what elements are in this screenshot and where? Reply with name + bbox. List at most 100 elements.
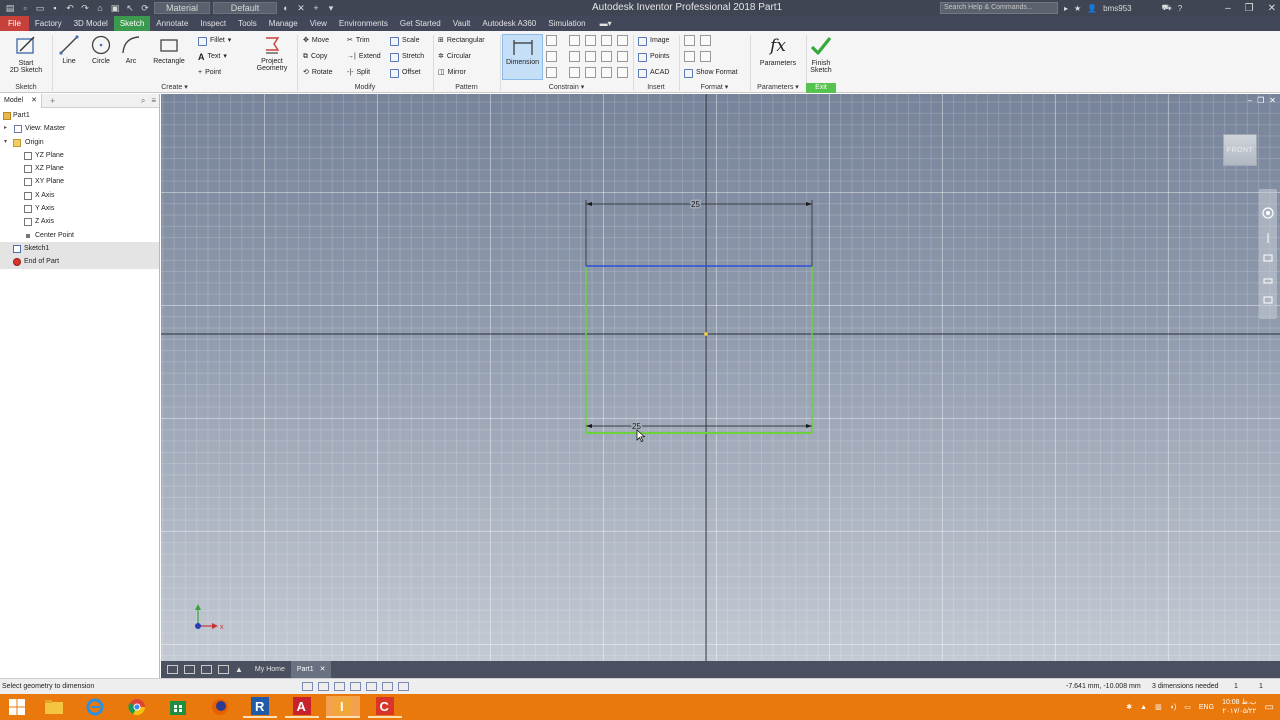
center-point-icon[interactable] xyxy=(684,51,695,62)
tab-tools[interactable]: Tools xyxy=(232,16,263,31)
adjust-icon[interactable]: ✕ xyxy=(295,3,307,14)
tab-autodesk-a360[interactable]: Autodesk A360 xyxy=(476,16,542,31)
construction-icon[interactable] xyxy=(684,35,695,46)
volume-icon[interactable]: ◖) xyxy=(1170,704,1177,711)
tile-windows-icon[interactable] xyxy=(167,665,178,674)
close-icon[interactable]: ✕ xyxy=(1268,3,1276,14)
undo-icon[interactable]: ↶ xyxy=(64,3,76,14)
tree-item-sketch1[interactable]: Sketch1 xyxy=(0,241,159,256)
redo-icon[interactable]: ↷ xyxy=(79,3,91,14)
start-2d-sketch-button[interactable]: Start 2D Sketch xyxy=(6,34,46,80)
search-icon[interactable]: ⌕ xyxy=(141,94,145,108)
add-browser-tab-icon[interactable]: + xyxy=(42,96,63,106)
graphics-window[interactable]: – ❐ ✕ 25 25 x FRONT xyxy=(161,94,1280,661)
viewcube[interactable]: FRONT xyxy=(1223,134,1257,166)
taskbar-autocad[interactable]: A xyxy=(285,696,319,718)
tree-item-view-master[interactable]: ▸ View: Master xyxy=(0,122,159,135)
taskbar-internet-explorer[interactable] xyxy=(78,696,112,718)
dimension-button[interactable]: Dimension xyxy=(502,34,543,80)
taskbar-c-app[interactable]: C xyxy=(368,696,402,718)
parallel-constraint-icon[interactable] xyxy=(569,51,580,62)
home-icon[interactable]: ⌂ xyxy=(94,3,106,13)
mirror-button[interactable]: ◫ Mirror xyxy=(438,67,466,79)
sketch-canvas[interactable]: 25 25 x xyxy=(161,94,1280,661)
taskbar-firefox[interactable] xyxy=(203,696,237,718)
finish-sketch-button[interactable]: Finish Sketch xyxy=(806,34,836,80)
tab-annotate[interactable]: Annotate xyxy=(150,16,194,31)
fx-icon[interactable]: + xyxy=(310,3,322,13)
text-button[interactable]: A Text ▾ xyxy=(198,51,227,63)
update-icon[interactable]: ⟳ xyxy=(139,3,151,14)
line-button[interactable]: Line xyxy=(54,34,84,80)
fix-constraint-icon[interactable] xyxy=(617,35,628,46)
constraint-inference-icon[interactable] xyxy=(318,682,329,691)
tab-factory[interactable]: Factory xyxy=(29,16,68,31)
tangent-constraint-icon[interactable] xyxy=(569,67,580,78)
ribbon-toggle-icon[interactable]: ▬▾ xyxy=(592,16,620,31)
centerline-icon[interactable] xyxy=(700,35,711,46)
points-button[interactable]: Points xyxy=(638,51,669,63)
appearance-combo[interactable]: Default xyxy=(213,2,277,14)
taskbar-inventor[interactable]: I xyxy=(326,696,360,718)
driven-dimension-icon[interactable] xyxy=(700,51,711,62)
tab-3d-model[interactable]: 3D Model xyxy=(68,16,114,31)
taskbar-store[interactable] xyxy=(161,696,195,718)
tab-file[interactable]: File xyxy=(0,16,29,31)
panel-label-create[interactable]: Create ▾ xyxy=(52,83,297,93)
circle-button[interactable]: Circle xyxy=(86,34,116,80)
tree-item-xy-plane[interactable]: XY Plane xyxy=(0,175,159,188)
relax-mode-icon[interactable] xyxy=(398,682,409,691)
tab-view[interactable]: View xyxy=(304,16,333,31)
horizontal-constraint-icon[interactable] xyxy=(601,51,612,62)
properties-icon[interactable]: ▣ xyxy=(109,3,121,14)
collinear-constraint-icon[interactable] xyxy=(585,35,596,46)
perpendicular-constraint-icon[interactable] xyxy=(585,51,596,62)
point-button[interactable]: + Point xyxy=(198,67,221,79)
select-icon[interactable]: ↖ xyxy=(124,3,136,14)
show-constraints-icon[interactable] xyxy=(546,51,557,62)
tree-item-origin[interactable]: ▾ Origin xyxy=(0,136,159,149)
stretch-button[interactable]: Stretch xyxy=(390,51,424,63)
notifications-icon[interactable]: ▭ xyxy=(1265,702,1274,713)
expand-icon[interactable]: ▸ xyxy=(4,122,7,135)
tree-item-part1[interactable]: Part1 xyxy=(0,109,159,122)
tab-environments[interactable]: Environments xyxy=(333,16,394,31)
navigation-bar[interactable] xyxy=(1259,189,1277,319)
rectangular-pattern-button[interactable]: ⊞ Rectangular xyxy=(438,35,485,47)
constraint-persistence-icon[interactable] xyxy=(334,682,345,691)
new-icon[interactable]: ▫ xyxy=(19,3,31,13)
split-button[interactable]: -|- Split xyxy=(347,67,370,79)
show-format-button[interactable]: Show Format xyxy=(684,67,738,79)
tab-menu-icon[interactable]: ▲ xyxy=(235,665,243,674)
panel-label-parameters[interactable]: Parameters ▾ xyxy=(750,83,806,93)
cascade-windows-icon[interactable] xyxy=(184,665,195,674)
tab-manage[interactable]: Manage xyxy=(263,16,304,31)
offset-button[interactable]: Offset xyxy=(390,67,421,79)
tree-item-xz-plane[interactable]: XZ Plane xyxy=(0,162,159,175)
center-point-marker[interactable] xyxy=(704,332,708,336)
app-menu-icon[interactable]: ▤ xyxy=(4,3,16,14)
collapse-icon[interactable]: ▾ xyxy=(4,136,7,149)
clear-appearance-icon[interactable]: ◐ xyxy=(280,3,292,13)
star-icon[interactable]: ★ xyxy=(1074,4,1081,13)
restore-icon[interactable]: ❐ xyxy=(1245,3,1254,14)
battery-icon[interactable]: ▭ xyxy=(1184,703,1191,711)
search-input[interactable]: Search Help & Commands... xyxy=(940,2,1058,14)
move-button[interactable]: ✥ Move xyxy=(303,35,329,47)
smooth-constraint-icon[interactable] xyxy=(585,67,596,78)
clock[interactable]: 10:08 ب.ظ ۲۰۱۷/۰۵/۲۲ xyxy=(1222,698,1256,716)
tile-horizontal-icon[interactable] xyxy=(201,665,212,674)
browser-tab-model[interactable]: Model ✕ xyxy=(0,93,42,108)
arc-button[interactable]: Arc xyxy=(117,34,145,80)
tab-sketch[interactable]: Sketch xyxy=(113,16,151,31)
hide-constraints-icon[interactable] xyxy=(382,682,393,691)
taskbar-revit[interactable]: R xyxy=(243,696,277,718)
auto-dimension-icon[interactable] xyxy=(546,35,557,46)
tree-item-yz-plane[interactable]: YZ Plane xyxy=(0,149,159,162)
minimize-icon[interactable]: – xyxy=(1225,3,1231,14)
project-geometry-button[interactable]: Project Geometry xyxy=(252,34,292,80)
help-icon[interactable]: ? xyxy=(1178,4,1182,13)
image-button[interactable]: Image xyxy=(638,35,669,47)
copy-button[interactable]: ⧉ Copy xyxy=(303,51,327,63)
cart-icon[interactable]: ⛟ xyxy=(1162,3,1172,13)
